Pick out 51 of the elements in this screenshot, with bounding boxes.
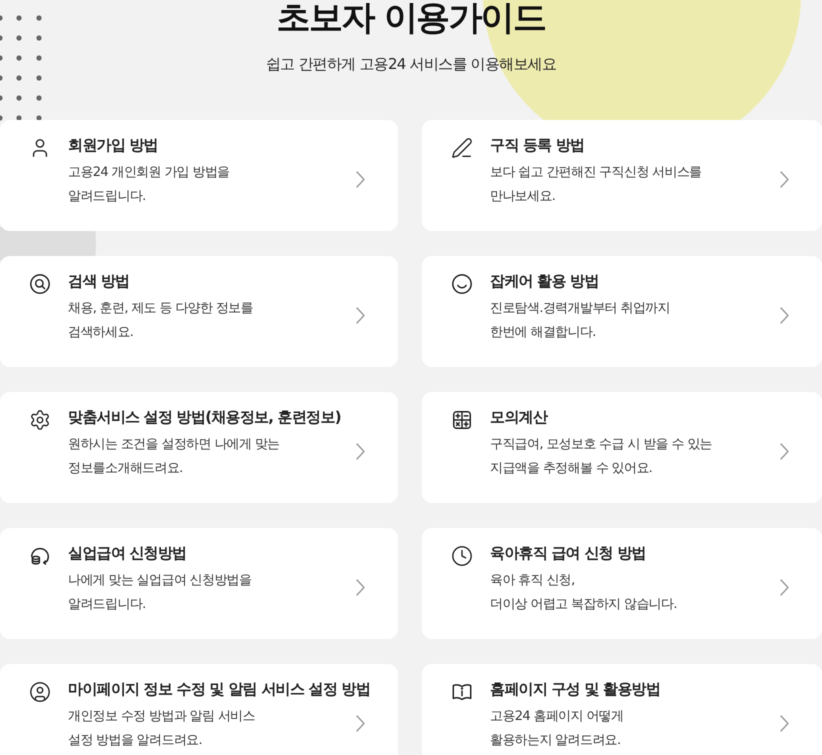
page-subtitle: 쉽고 간편하게 고용24 서비스를 이용해보세요: [266, 55, 556, 73]
guide-description: 원하시는 조건을 설정하면 나에게 맞는 정보를소개해드려요.: [68, 436, 280, 478]
book-info-icon: [451, 681, 473, 703]
chevron-right-icon: [356, 442, 365, 460]
page-title: 초보자 이용가이드: [276, 0, 546, 37]
guide-card[interactable]: 회원가입 방법 고용24 개인회원 가입 방법을 알려드립니다.: [0, 120, 398, 231]
guide-description: 고용24 개인회원 가입 방법을 알려드립니다.: [68, 164, 230, 206]
guide-card[interactable]: 검색 방법 채용, 훈련, 제도 등 다양한 정보를 검색하세요.: [0, 256, 398, 367]
guide-description: 구직급여, 모성보호 수급 시 받을 수 있는 지급액을 추정해볼 수 있어요.: [490, 436, 712, 478]
chevron-right-icon: [356, 578, 365, 596]
guide-card[interactable]: 구직 등록 방법 보다 쉽고 간편해진 구직신청 서비스를 만나보세요.: [422, 120, 822, 231]
chevron-right-icon: [780, 714, 789, 732]
coins-icon: [29, 545, 51, 567]
guide-card[interactable]: 육아휴직 급여 신청 방법 육아 휴직 신청, 더이상 어렵고 복잡하지 않습니다.: [422, 528, 822, 639]
guide-title: 맞춤서비스 설정 방법(채용정보, 훈련정보): [68, 407, 341, 428]
smile-icon: [451, 273, 473, 295]
guide-title: 구직 등록 방법: [490, 135, 584, 156]
search-icon: [29, 273, 51, 295]
guide-card[interactable]: 모의계산 구직급여, 모성보호 수급 시 받을 수 있는 지급액을 추정해볼 수 있어요.: [422, 392, 822, 503]
guide-card[interactable]: 마이페이지 정보 수정 및 알림 서비스 설정 방법 개인정보 수정 방법과 알림 서비스 설정 방법을 알려드려요.: [0, 664, 398, 755]
guide-title: 모의계산: [490, 407, 547, 428]
guide-description: 채용, 훈련, 제도 등 다양한 정보를 검색하세요.: [68, 300, 253, 342]
guide-title: 마이페이지 정보 수정 및 알림 서비스 설정 방법: [68, 679, 370, 700]
guide-description: 나에게 맞는 실업급여 신청방법을 알려드립니다.: [68, 572, 252, 614]
chevron-right-icon: [356, 170, 365, 188]
chevron-right-icon: [780, 442, 789, 460]
guide-card[interactable]: 맞춤서비스 설정 방법(채용정보, 훈련정보) 원하시는 조건을 설정하면 나에게 맞는 정보를소개해드려요.: [0, 392, 398, 503]
guide-title: 잡케어 활용 방법: [490, 271, 599, 292]
chevron-right-icon: [356, 306, 365, 324]
guide-title: 검색 방법: [68, 271, 130, 292]
guide-description: 진로탐색.경력개발부터 취업까지 한번에 해결합니다.: [490, 300, 670, 342]
guide-title: 회원가입 방법: [68, 135, 158, 156]
user-circle-icon: [29, 681, 51, 703]
settings-icon: [29, 409, 51, 431]
chevron-right-icon: [780, 306, 789, 324]
chevron-right-icon: [356, 714, 365, 732]
guide-title: 실업급여 신청방법: [68, 543, 186, 564]
guide-card[interactable]: 실업급여 신청방법 나에게 맞는 실업급여 신청방법을 알려드립니다.: [0, 528, 398, 639]
guide-description: 보다 쉽고 간편해진 구직신청 서비스를 만나보세요.: [490, 164, 702, 206]
guide-description: 개인정보 수정 방법과 알림 서비스 설정 방법을 알려드려요.: [68, 708, 255, 750]
clock-icon: [451, 545, 473, 567]
guide-description: 고용24 홈페이지 어떻게 활용하는지 알려드려요.: [490, 708, 624, 750]
chevron-right-icon: [780, 578, 789, 596]
guide-title: 육아휴직 급여 신청 방법: [490, 543, 646, 564]
guide-card[interactable]: 홈페이지 구성 및 활용방법 고용24 홈페이지 어떻게 활용하는지 알려드려요.: [422, 664, 822, 755]
guide-title: 홈페이지 구성 및 활용방법: [490, 679, 660, 700]
pencil-icon: [451, 137, 473, 159]
guide-description: 육아 휴직 신청, 더이상 어렵고 복잡하지 않습니다.: [490, 572, 677, 614]
calculator-icon: [451, 409, 473, 431]
guide-card[interactable]: 잡케어 활용 방법 진로탐색.경력개발부터 취업까지 한번에 해결합니다.: [422, 256, 822, 367]
chevron-right-icon: [780, 170, 789, 188]
